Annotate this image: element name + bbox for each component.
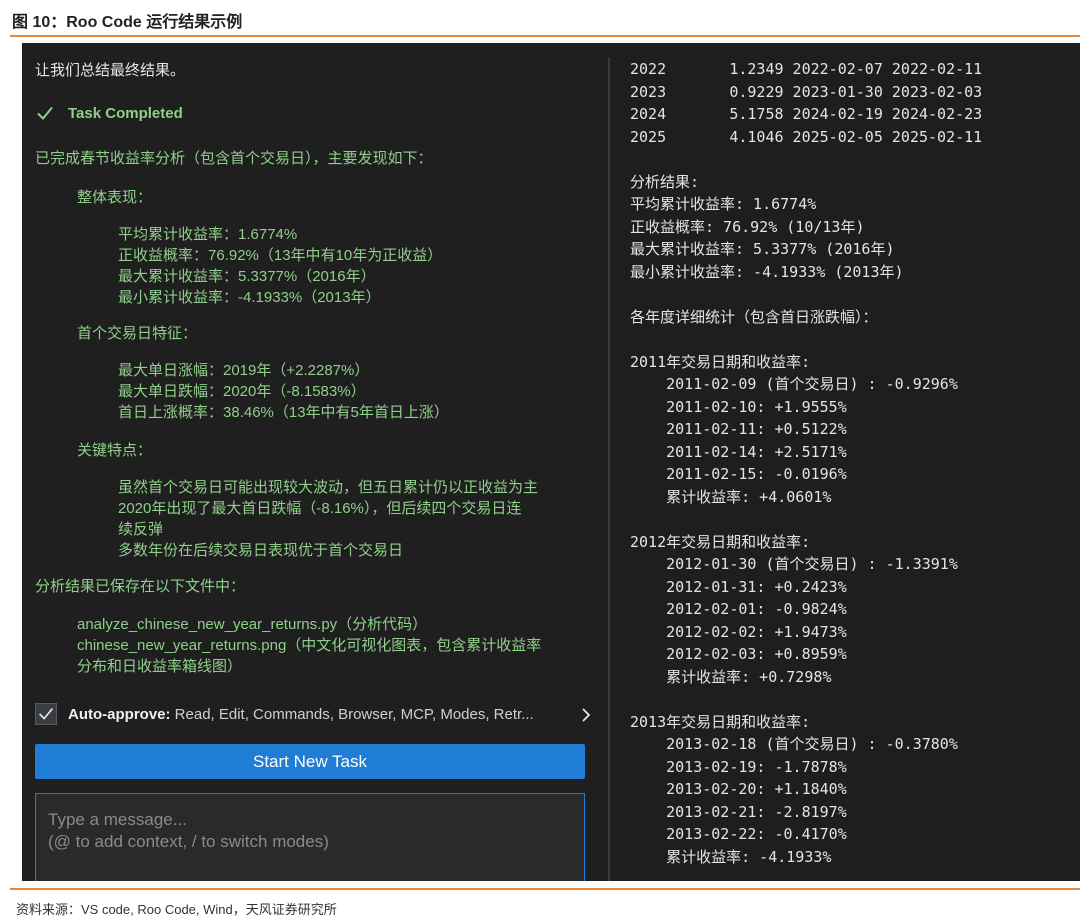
file-link[interactable]: analyze_chinese_new_year_returns.py（分析代码…	[77, 615, 427, 634]
auto-approve-checkbox[interactable]	[35, 703, 57, 725]
panel-splitter[interactable]	[608, 57, 610, 881]
terminal-line: 2025 4.1046 2025-02-05 2025-02-11	[630, 127, 983, 146]
terminal-line: 累计收益率: +0.7298%	[630, 667, 832, 686]
terminal-line: 2011-02-14: +2.5171%	[630, 442, 847, 461]
list-item: 最大单日跌幅：2020年（-8.1583%）	[118, 383, 366, 400]
bottom-rule	[10, 888, 1080, 890]
terminal-line: 2013-02-19: -1.7878%	[630, 757, 847, 776]
terminal-line: 累计收益率: -4.1933%	[630, 847, 832, 866]
saved-files-heading: 分析结果已保存在以下文件中：	[35, 578, 246, 595]
terminal-line: 2022 1.2349 2022-02-07 2022-02-11	[630, 60, 983, 78]
terminal-line: 2013年交易日期和收益率:	[630, 712, 811, 731]
list-item: 续反弹	[118, 521, 164, 538]
summary-heading: 已完成春节收益率分析（包含首个交易日），主要发现如下：	[35, 150, 433, 167]
vscode-screenshot: 让我们总结最终结果。 Task Completed 已完成春节收益率分析（包含首…	[22, 43, 1080, 881]
list-item: 平均累计收益率：1.6774%	[118, 226, 298, 243]
list-item: 虽然首个交易日可能出现较大波动，但五日累计仍以正收益为主	[118, 479, 539, 496]
auto-approve-label: Auto-approve: Read, Edit, Commands, Brow…	[68, 706, 534, 723]
terminal-line: 2011-02-11: +0.5122%	[630, 420, 847, 438]
terminal-line: 2011-02-15: -0.0196%	[630, 465, 847, 483]
chevron-right-icon[interactable]	[579, 707, 593, 723]
terminal-line: 2011-02-09 (首个交易日) : -0.9296%	[630, 375, 958, 393]
terminal-line: 正收益概率: 76.92% (10/13年)	[630, 217, 865, 236]
terminal-line: 最大累计收益率: 5.3377% (2016年)	[630, 240, 895, 258]
terminal-line: 2012-02-02: +1.9473%	[630, 622, 847, 641]
top-rule	[10, 35, 1080, 37]
terminal-line: 2013-02-18 (首个交易日) : -0.3780%	[630, 735, 958, 753]
terminal-line: 2012-01-31: +0.2423%	[630, 577, 847, 596]
list-item: 首日上涨概率：38.46%（13年中有5年首日上涨）	[118, 404, 449, 421]
terminal-line: 各年度详细统计（包含首日涨跌幅）：	[630, 307, 878, 326]
terminal-output: 2022 1.2349 2022-02-07 2022-02-11 2023 0.…	[630, 58, 982, 868]
terminal-line: 2012-01-30 (首个交易日) : -1.3391%	[630, 555, 958, 573]
figure-title: 图 10：Roo Code 运行结果示例	[12, 14, 243, 31]
terminal-line: 2023 0.9229 2023-01-30 2023-02-03	[630, 82, 983, 101]
auto-approve-value: Read, Edit, Commands, Browser, MCP, Mode…	[174, 706, 534, 723]
source-note: 资料来源：VS code, Roo Code, Wind，天风证券研究所	[16, 902, 337, 917]
terminal-line: 2011-02-10: +1.9555%	[630, 397, 847, 416]
terminal-output-panel: 2022 1.2349 2022-02-07 2022-02-11 2023 0.…	[612, 43, 1080, 881]
message-input[interactable]: Type a message... (@ to add context, / t…	[35, 793, 585, 881]
list-item: 最大累计收益率：5.3377%（2016年）	[118, 268, 376, 285]
terminal-line: 2024 5.1758 2024-02-19 2024-02-23	[630, 105, 983, 123]
key-points-heading: 关键特点：	[77, 442, 153, 459]
file-link-cont: 分布和日收益率箱线图）	[77, 658, 243, 675]
intro-text: 让我们总结最终结果。	[35, 62, 186, 79]
terminal-line: 2013-02-20: +1.1840%	[630, 780, 847, 798]
terminal-line: 2013-02-22: -0.4170%	[630, 825, 847, 843]
terminal-line: 2012-02-01: -0.9824%	[630, 600, 847, 618]
list-item: 多数年份在后续交易日表现优于首个交易日	[118, 542, 404, 559]
terminal-line: 2012年交易日期和收益率:	[630, 532, 811, 551]
auto-approve-title: Auto-approve:	[68, 706, 171, 723]
terminal-line: 最小累计收益率: -4.1933% (2013年)	[630, 262, 904, 281]
roo-chat-panel: 让我们总结最终结果。 Task Completed 已完成春节收益率分析（包含首…	[22, 43, 604, 881]
terminal-line: 平均累计收益率: 1.6774%	[630, 195, 817, 213]
checkmark-icon	[39, 708, 53, 720]
check-icon	[37, 106, 53, 120]
file-link[interactable]: chinese_new_year_returns.png（中文化可视化图表，包含…	[77, 636, 541, 655]
input-placeholder: Type a message...	[48, 810, 187, 829]
list-item: 最大单日涨幅：2019年（+2.2287%）	[118, 362, 370, 379]
start-new-task-button[interactable]: Start New Task	[35, 744, 585, 779]
terminal-line: 2013-02-21: -2.8197%	[630, 802, 847, 821]
list-item: 2020年出现了最大首日跌幅（-8.16%），但后续四个交易日连	[118, 500, 522, 517]
terminal-line: 累计收益率: +4.0601%	[630, 487, 832, 506]
auto-approve-row[interactable]: Auto-approve: Read, Edit, Commands, Brow…	[35, 703, 595, 729]
terminal-line: 2011年交易日期和收益率:	[630, 352, 811, 371]
task-completed-label: Task Completed	[68, 105, 183, 122]
list-item: 最小累计收益率：-4.1933%（2013年）	[118, 289, 381, 306]
list-item: 正收益概率：76.92%（13年中有10年为正收益）	[118, 247, 443, 264]
first-day-heading: 首个交易日特征：	[77, 325, 198, 342]
overall-heading: 整体表现：	[77, 189, 153, 206]
terminal-line: 分析结果:	[630, 172, 700, 191]
terminal-line: 2012-02-03: +0.8959%	[630, 645, 847, 663]
input-placeholder-hint: (@ to add context, / to switch modes)	[48, 832, 329, 851]
